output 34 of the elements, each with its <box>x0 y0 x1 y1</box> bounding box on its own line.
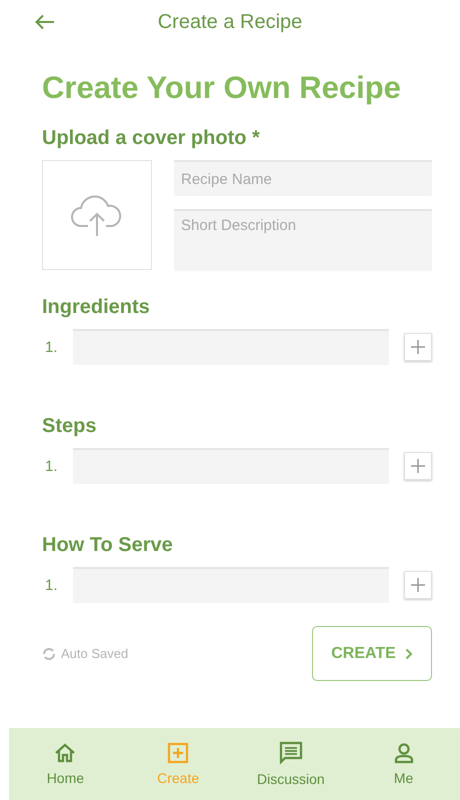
nav-tab[interactable]: Create <box>122 728 234 800</box>
chat-icon <box>278 741 303 765</box>
name-field[interactable]: Recipe Name <box>174 160 432 196</box>
section-heading: How To Serve <box>42 533 174 557</box>
plus-icon <box>411 340 425 354</box>
sync-icon <box>42 646 56 660</box>
create-button[interactable]: CREATE <box>312 626 432 681</box>
page-heading: Create Your Own Recipe <box>42 70 402 106</box>
plus-icon <box>411 459 425 473</box>
nav-tab[interactable]: Discussion <box>234 728 348 800</box>
section-heading: Ingredients <box>42 295 151 319</box>
upload-label: Upload a cover photo * <box>42 126 261 150</box>
item-field[interactable] <box>73 567 389 603</box>
auto-saved-status: Auto Saved <box>61 646 128 661</box>
screen-title: Create a Recipe <box>158 10 302 34</box>
add-button[interactable] <box>404 571 432 599</box>
item-field[interactable] <box>73 448 389 484</box>
add-button[interactable] <box>404 333 432 361</box>
item-number: 1. <box>44 338 59 356</box>
description-field[interactable]: Short Description <box>174 209 432 271</box>
back-arrow-icon[interactable] <box>35 14 55 30</box>
item-number: 1. <box>44 458 59 474</box>
plus-icon <box>411 578 425 592</box>
plus-square-icon <box>167 742 190 764</box>
person-icon <box>392 742 415 764</box>
nav-tab[interactable]: Home <box>9 728 122 800</box>
item-field[interactable] <box>73 329 389 365</box>
chevron-icon <box>404 648 413 660</box>
add-button[interactable] <box>404 452 432 480</box>
section-heading: Steps <box>42 414 98 438</box>
item-number: 1. <box>44 576 59 594</box>
home-icon <box>54 742 76 764</box>
photo-upload-button[interactable] <box>42 160 152 270</box>
nav-tab[interactable]: Me <box>347 728 460 800</box>
